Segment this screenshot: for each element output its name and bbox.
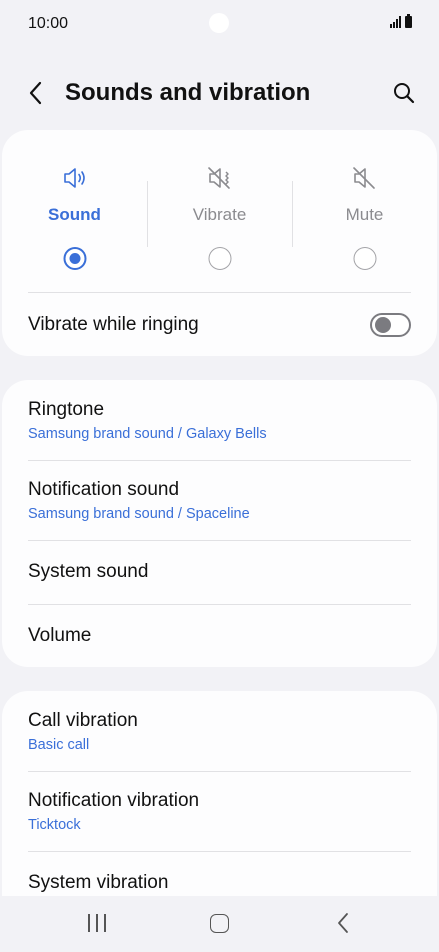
- item-title: Notification sound: [28, 479, 180, 500]
- mode-option-sound[interactable]: Sound: [2, 155, 147, 275]
- mode-option-mute[interactable]: Mute: [292, 155, 437, 275]
- vibration-settings-card: Call vibration Basic call Notification v…: [2, 691, 437, 896]
- mode-label: Mute: [345, 205, 384, 224]
- speaker-icon: [63, 168, 85, 188]
- item-subtitle: Samsung brand sound / Galaxy Bells: [28, 426, 267, 442]
- toggle-knob: [375, 317, 391, 333]
- item-title: System sound: [28, 561, 149, 582]
- app-header: Sounds and vibration: [0, 70, 439, 116]
- item-subtitle: Ticktock: [28, 817, 81, 833]
- radio-mute[interactable]: [353, 247, 376, 270]
- call-vibration-item[interactable]: Call vibration Basic call: [2, 691, 437, 771]
- vibrate-icon: [207, 167, 230, 189]
- volume-item[interactable]: Volume: [2, 604, 437, 667]
- battery-icon: [405, 14, 412, 28]
- divider: [28, 292, 411, 293]
- divider: [292, 181, 293, 247]
- recents-icon[interactable]: [88, 914, 106, 932]
- system-nav-bar: [0, 896, 439, 952]
- item-title: Notification vibration: [28, 790, 200, 811]
- status-icons: [390, 14, 412, 28]
- item-title: Volume: [28, 625, 92, 646]
- notification-sound-item[interactable]: Notification sound Samsung brand sound /…: [2, 460, 437, 540]
- system-vibration-item[interactable]: System vibration: [2, 851, 437, 896]
- mute-icon: [352, 167, 375, 189]
- camera-cutout: [209, 13, 229, 33]
- status-time: 10:00: [28, 15, 69, 32]
- status-bar: 10:00: [0, 0, 439, 46]
- system-sound-item[interactable]: System sound: [2, 540, 437, 604]
- item-title: Call vibration: [28, 710, 138, 731]
- vibrate-while-ringing-toggle[interactable]: [370, 313, 411, 337]
- search-button[interactable]: [389, 78, 419, 108]
- home-icon[interactable]: [210, 914, 229, 933]
- item-title: System vibration: [28, 872, 169, 893]
- item-title: Ringtone: [28, 399, 105, 420]
- notification-vibration-item[interactable]: Notification vibration Ticktock: [2, 771, 437, 851]
- radio-vibrate[interactable]: [208, 247, 231, 270]
- sound-settings-card: Ringtone Samsung brand sound / Galaxy Be…: [2, 380, 437, 667]
- divider: [147, 181, 148, 247]
- chevron-left-icon: [29, 81, 42, 105]
- signal-icon: [390, 16, 401, 28]
- search-icon: [394, 83, 415, 104]
- back-icon[interactable]: [336, 912, 350, 934]
- item-subtitle: Basic call: [28, 737, 90, 753]
- item-subtitle: Samsung brand sound / Spaceline: [28, 506, 250, 522]
- sound-mode-selector: Sound Vibrate Mute: [2, 155, 437, 275]
- mode-label: Vibrate: [192, 205, 247, 224]
- vibrate-while-ringing-label: Vibrate while ringing: [28, 314, 199, 335]
- page-title: Sounds and vibration: [65, 79, 311, 106]
- radio-sound[interactable]: [63, 247, 86, 270]
- back-button[interactable]: [22, 78, 50, 108]
- mode-label: Sound: [48, 205, 101, 224]
- sound-mode-card: Sound Vibrate Mute Vibrate while ringing: [2, 130, 437, 356]
- ringtone-item[interactable]: Ringtone Samsung brand sound / Galaxy Be…: [2, 380, 437, 460]
- mode-option-vibrate[interactable]: Vibrate: [147, 155, 292, 275]
